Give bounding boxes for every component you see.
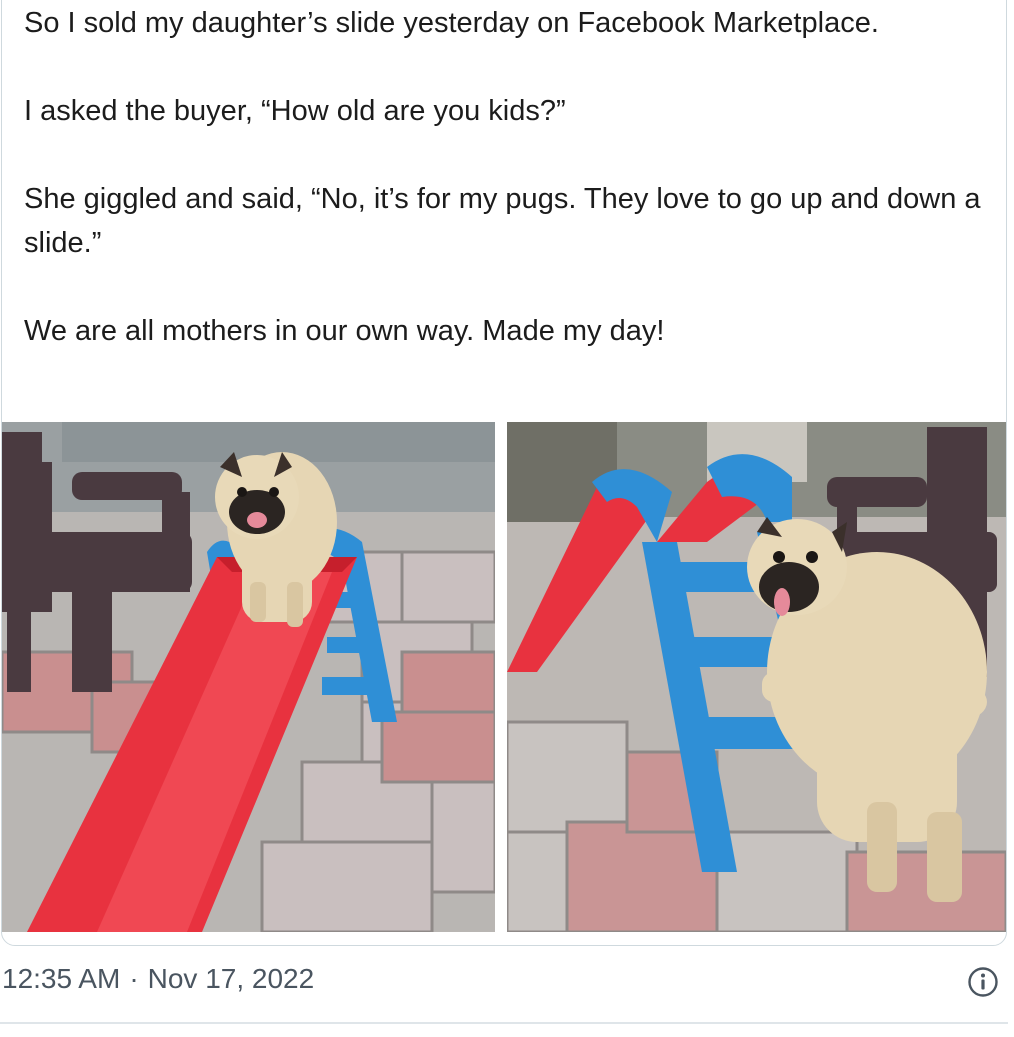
timestamp-date: Nov 17, 2022 (147, 963, 315, 994)
post-paragraph-3: She giggled and said, “No, it’s for my p… (24, 183, 981, 259)
tweet-card: So I sold my daughter’s slide yesterday … (1, 0, 1007, 946)
post-paragraph-4: We are all mothers in our own way. Made … (24, 315, 665, 347)
timestamp[interactable]: 12:35 AM · Nov 17, 2022 (2, 963, 314, 995)
pug-on-slide-illustration (2, 422, 495, 932)
timestamp-separator: · (129, 963, 139, 994)
post-paragraph-1: So I sold my daughter’s slide yesterday … (24, 7, 879, 39)
footer-divider (0, 1022, 1008, 1024)
pug-beside-ladder-photo[interactable] (507, 422, 1006, 932)
info-circle-icon[interactable] (967, 966, 999, 998)
post-paragraph-2: I asked the buyer, “How old are you kids… (24, 95, 566, 127)
timestamp-time: 12:35 AM (2, 963, 121, 994)
pug-on-slide-photo[interactable] (2, 422, 495, 932)
pug-beside-ladder-illustration (507, 422, 1006, 932)
post-text: So I sold my daughter’s slide yesterday … (24, 1, 984, 353)
tweet-footer: 12:35 AM · Nov 17, 2022 (0, 950, 1014, 1025)
